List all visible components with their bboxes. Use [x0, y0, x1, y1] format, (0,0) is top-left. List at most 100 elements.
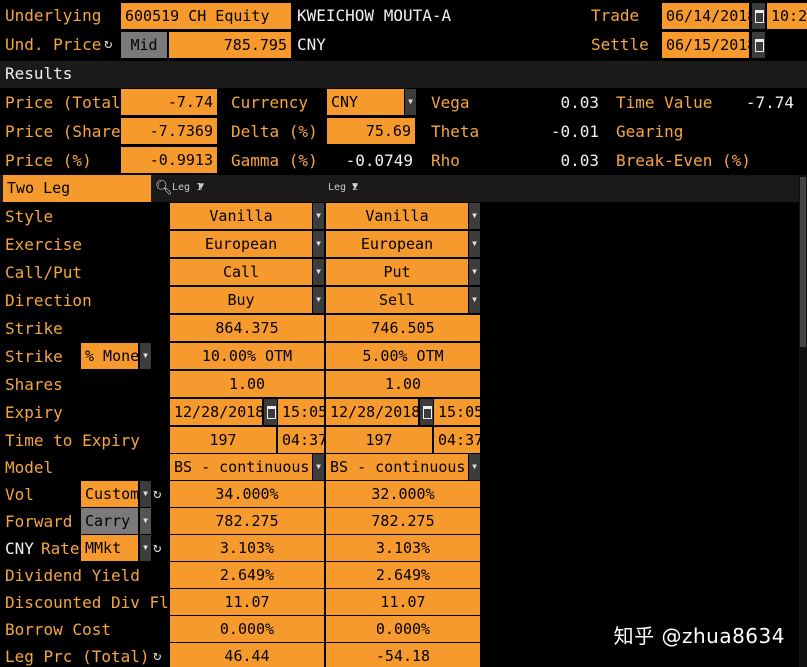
- refresh-icon[interactable]: ↻: [153, 481, 161, 507]
- vol-mode-select[interactable]: Custom: [81, 481, 138, 507]
- time-value-value: -7.74: [745, 93, 794, 112]
- leg1-leg-prc: 46.44: [170, 643, 324, 667]
- leg1-rate-input[interactable]: 3.103%: [170, 535, 324, 561]
- company-name: KWEICHOW MOUTA-A: [297, 6, 452, 25]
- refresh-icon[interactable]: ↻: [104, 31, 112, 57]
- und-price-input[interactable]: 785.795: [169, 32, 291, 58]
- trade-label: Trade: [591, 6, 640, 25]
- chevron-down-icon[interactable]: ▼: [198, 182, 204, 192]
- chevron-down-icon[interactable]: ▼: [313, 203, 324, 229]
- theta-label: Theta: [431, 122, 480, 141]
- settle-label: Settle: [591, 35, 649, 54]
- delta-value: 75.69: [327, 118, 415, 144]
- vega-label: Vega: [431, 93, 470, 112]
- leg2-model-select[interactable]: BS - continuous: [326, 454, 468, 480]
- leg1-expiry-date-input[interactable]: 12/28/2018: [170, 399, 262, 425]
- price-total-value: -7.74: [121, 89, 217, 115]
- chevron-down-icon[interactable]: ▼: [352, 182, 358, 192]
- chevron-down-icon[interactable]: ▼: [405, 89, 416, 115]
- strategy-select[interactable]: Two Leg: [3, 175, 151, 202]
- price-total-label: Price (Total): [5, 93, 131, 112]
- rate-mode-select[interactable]: MMkt: [81, 535, 138, 561]
- trade-date-input[interactable]: 06/14/2018: [662, 3, 749, 29]
- chevron-down-icon[interactable]: ▼: [469, 231, 480, 257]
- price-source-select[interactable]: Mid: [121, 32, 167, 58]
- row-label-strike-mode: Strike: [5, 347, 63, 366]
- gamma-label: Gamma (%): [231, 151, 318, 170]
- chevron-down-icon[interactable]: ▼: [140, 535, 151, 561]
- leg1-model-select[interactable]: BS - continuous: [170, 454, 312, 480]
- price-share-label: Price (Share): [5, 122, 131, 141]
- leg1-vol-input[interactable]: 34.000%: [170, 481, 324, 507]
- leg2-dividend-yield[interactable]: 2.649%: [326, 562, 480, 588]
- und-price-label: Und. Price: [5, 35, 102, 54]
- leg2-rate-input[interactable]: 3.103%: [326, 535, 480, 561]
- leg2-direction-select[interactable]: Sell: [326, 287, 468, 313]
- chevron-down-icon[interactable]: ▼: [469, 287, 480, 313]
- leg2-callput-select[interactable]: Put: [326, 259, 468, 285]
- leg1-dividend-yield[interactable]: 2.649%: [170, 562, 324, 588]
- leg2-leg-prc: -54.18: [326, 643, 480, 667]
- und-currency: CNY: [297, 35, 326, 54]
- chevron-down-icon[interactable]: ▼: [469, 203, 480, 229]
- price-share-value: -7.7369: [121, 118, 217, 144]
- calendar-icon[interactable]: [752, 3, 765, 29]
- calendar-icon[interactable]: [752, 32, 765, 58]
- chevron-down-icon[interactable]: ▼: [140, 343, 151, 369]
- leg2-borrow-cost[interactable]: 0.000%: [326, 616, 480, 642]
- leg1-borrow-cost[interactable]: 0.000%: [170, 616, 324, 642]
- trade-time-input[interactable]: 10:28: [767, 3, 807, 29]
- leg1-strike-input[interactable]: 864.375: [170, 315, 324, 341]
- leg2-strike-input[interactable]: 746.505: [326, 315, 480, 341]
- time-value-label: Time Value: [616, 93, 713, 112]
- vega-value: 0.03: [560, 93, 599, 112]
- leg2-shares-input[interactable]: 1.00: [326, 371, 480, 397]
- vertical-scrollbar[interactable]: [799, 175, 807, 667]
- leg1-exercise-select[interactable]: European: [170, 231, 312, 257]
- leg1-shares-input[interactable]: 1.00: [170, 371, 324, 397]
- row-label-callput: Call/Put: [5, 263, 83, 282]
- leg2-expiry-date-input[interactable]: 12/28/2018: [326, 399, 418, 425]
- calendar-icon[interactable]: [264, 399, 277, 425]
- row-label-dividend-yield: Dividend Yield: [5, 566, 140, 585]
- scrollbar-thumb[interactable]: [800, 177, 806, 347]
- leg2-expiry-time-input[interactable]: 15:05: [434, 399, 480, 425]
- row-label-leg-prc: Leg Prc (Total): [5, 647, 150, 666]
- leg1-style-select[interactable]: Vanilla: [170, 203, 312, 229]
- chevron-down-icon[interactable]: ▼: [313, 231, 324, 257]
- currency-label: Currency: [231, 93, 309, 112]
- chevron-down-icon[interactable]: ▼: [313, 454, 324, 480]
- settle-date-input[interactable]: 06/15/2018: [662, 32, 749, 58]
- chevron-down-icon[interactable]: ▼: [313, 287, 324, 313]
- leg1-callput-select[interactable]: Call: [170, 259, 312, 285]
- calendar-icon[interactable]: [420, 399, 433, 425]
- underlying-input[interactable]: 600519 CH Equity: [121, 3, 291, 29]
- refresh-icon[interactable]: ↻: [153, 535, 161, 561]
- chevron-down-icon[interactable]: ▼: [469, 259, 480, 285]
- leg2-exercise-select[interactable]: European: [326, 231, 468, 257]
- leg1-expiry-time-input[interactable]: 15:05: [278, 399, 324, 425]
- strike-mode-select[interactable]: % Money: [81, 343, 138, 369]
- chevron-down-icon[interactable]: ▼: [313, 259, 324, 285]
- leg1-strike-money-input[interactable]: 10.00% OTM: [170, 343, 324, 369]
- rate-currency: CNY: [5, 539, 34, 558]
- row-label-exercise: Exercise: [5, 235, 83, 254]
- row-label-model: Model: [5, 458, 54, 477]
- chevron-down-icon[interactable]: ▼: [469, 454, 480, 480]
- row-label-forward: Forward: [5, 512, 73, 531]
- leg1-direction-select[interactable]: Buy: [170, 287, 312, 313]
- leg2-tte-time: 04:37: [434, 427, 480, 453]
- leg1-tte-days: 197: [170, 427, 276, 453]
- refresh-icon[interactable]: ↻: [153, 643, 161, 667]
- currency-select[interactable]: CNY: [327, 89, 404, 115]
- forward-mode-select[interactable]: Carry: [81, 508, 138, 534]
- search-icon[interactable]: 🔍︎: [155, 175, 173, 201]
- leg2-strike-money-input[interactable]: 5.00% OTM: [326, 343, 480, 369]
- price-pct-value: -0.9913: [121, 147, 217, 173]
- chevron-down-icon[interactable]: ▼: [140, 508, 151, 534]
- row-label-vol: Vol: [5, 485, 34, 504]
- chevron-down-icon[interactable]: ▼: [140, 481, 151, 507]
- gearing-label: Gearing: [616, 122, 684, 141]
- leg2-vol-input[interactable]: 32.000%: [326, 481, 480, 507]
- leg2-style-select[interactable]: Vanilla: [326, 203, 468, 229]
